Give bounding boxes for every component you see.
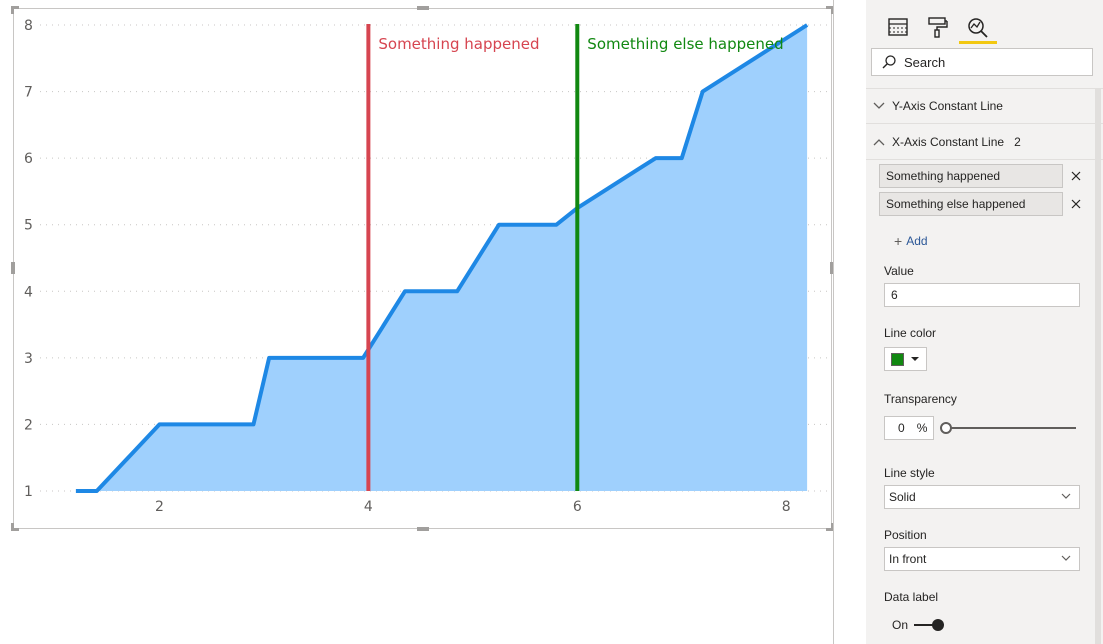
chevron-down-icon [1061,493,1071,499]
data-label-label: Data label [884,590,939,604]
format-paint-icon [928,17,948,38]
value-input[interactable]: 6 [884,283,1080,307]
plus-icon: + [894,233,903,249]
color-swatch [891,352,904,366]
y-tick-label: 6 [24,151,33,167]
constant-line-item[interactable]: Something happened [879,164,1063,188]
data-label-toggle[interactable]: On [892,618,945,632]
area-fill [75,25,808,491]
search-input[interactable]: Search [871,48,1093,76]
transparency-input[interactable]: 0 % [884,416,934,440]
position-dropdown[interactable]: In front [884,547,1080,571]
section-y-axis-constant-line[interactable]: Y-Axis Constant Line [866,89,1103,123]
pane-scrollbar[interactable] [1095,88,1101,644]
transparency-label: Transparency [884,392,957,406]
section-title: X-Axis Constant Line [892,135,1005,149]
chevron-down-icon [1061,555,1071,561]
fields-icon [888,18,908,36]
pane-header-strip [866,0,1103,8]
x-tick-label: 2 [155,499,164,515]
constant-line-label: Something happened [378,35,539,53]
area-chart: 1 2 3 4 5 6 7 8 2 4 6 8 Something happened Something … [24,18,828,515]
line-style-value: Solid [889,490,916,504]
add-label: Add [906,234,928,248]
pane-divider [833,0,834,644]
add-constant-line-button[interactable]: + Add [894,233,928,249]
divider [866,123,1103,124]
x-tick-label: 4 [364,499,373,515]
x-tick-label: 6 [573,499,582,515]
value-label: Value [884,264,914,278]
line-color-label: Line color [884,326,937,340]
chevron-up-icon [866,138,892,146]
search-placeholder: Search [904,54,946,70]
report-canvas: 1 2 3 4 5 6 7 8 2 4 6 8 Something happened Something … [0,0,834,644]
toggle-knob [932,619,945,631]
search-icon [882,55,896,69]
transparency-slider-track[interactable] [945,427,1076,429]
section-title: Y-Axis Constant Line [892,99,1003,113]
analytics-pane: Search Y-Axis Constant Line X-Axis Const… [866,0,1103,644]
line-count-badge: 2 [1014,135,1021,149]
position-value: In front [889,552,927,566]
y-tick-label: 2 [24,417,33,433]
line-style-dropdown[interactable]: Solid [884,485,1080,509]
close-icon[interactable] [1069,197,1083,211]
chevron-down-icon [866,102,892,110]
tab-analytics[interactable] [959,10,995,44]
active-tab-indicator [959,41,997,44]
divider [866,159,1103,160]
line-color-picker[interactable] [884,347,927,371]
y-tick-label: 3 [24,351,33,367]
close-icon[interactable] [1069,169,1083,183]
transparency-slider-thumb[interactable] [940,422,952,434]
constant-line-name: Something happened [886,169,1001,183]
y-tick-label: 8 [24,18,33,34]
x-tick-label: 8 [782,499,791,515]
position-label: Position [884,528,927,542]
line-style-label: Line style [884,466,935,480]
constant-line-item[interactable]: Something else happened [879,192,1063,216]
y-tick-label: 4 [24,284,33,300]
transparency-value: 0 [898,421,905,435]
tab-format[interactable] [919,10,955,44]
y-tick-label: 5 [24,218,33,234]
caret-down-icon [911,356,919,361]
section-x-axis-constant-line[interactable]: X-Axis Constant Line 2 [866,125,1103,159]
percent-unit: % [916,421,928,435]
y-tick-label: 7 [24,85,33,101]
toggle-switch[interactable] [914,618,945,632]
analytics-icon [968,18,988,38]
toggle-state: On [892,618,909,632]
y-tick-label: 1 [24,484,33,500]
constant-line-label: Something else happened [587,35,783,53]
constant-line-name: Something else happened [886,197,1026,211]
tab-fields[interactable] [880,10,916,44]
